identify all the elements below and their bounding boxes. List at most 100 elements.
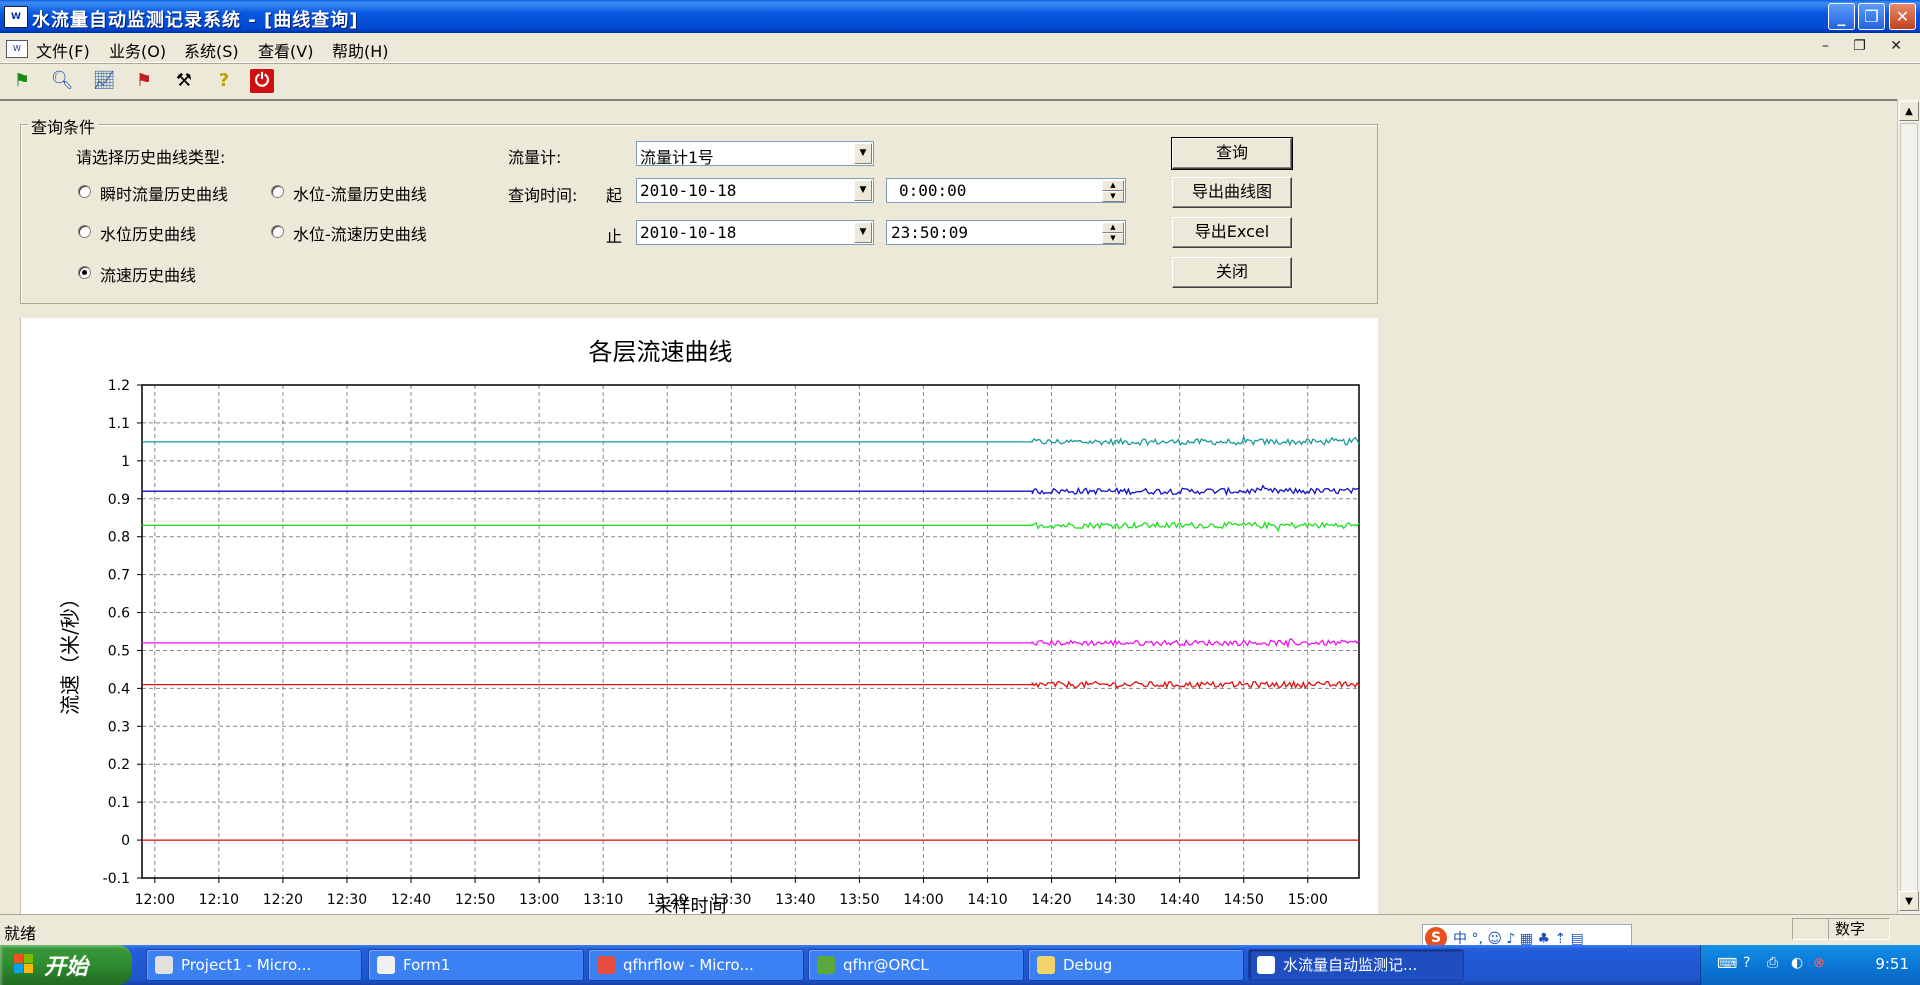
- start-label: 开始: [44, 955, 89, 980]
- magnifier-icon[interactable]: 🔍︎: [48, 67, 76, 95]
- scroll-thumb[interactable]: [1900, 123, 1918, 893]
- y-tick-label: 0.4: [108, 681, 130, 697]
- window-title: 水流量自动监测记录系统 - [曲线查询]: [32, 10, 359, 31]
- taskbar-item-label: Project1 - Micro...: [181, 956, 312, 974]
- y-tick-label: 1.1: [108, 416, 130, 432]
- restore-button[interactable]: ❐: [1858, 3, 1885, 30]
- x-tick-label: 12:30: [327, 892, 367, 908]
- radio-level-label[interactable]: 水位历史曲线: [100, 221, 196, 245]
- taskbar-app-icon: [1257, 956, 1275, 974]
- export-chart-button[interactable]: 导出曲线图: [1172, 177, 1292, 208]
- end-time-field[interactable]: 23:50:09 ▲ ▼: [886, 220, 1126, 245]
- taskbar-app-icon: [817, 956, 835, 974]
- taskbar-app-icon: [1037, 956, 1055, 974]
- chevron-down-icon[interactable]: ▼: [854, 180, 872, 201]
- power-icon[interactable]: ⏻: [250, 69, 274, 93]
- mdi-window-controls[interactable]: – ❐ ✕: [1822, 38, 1912, 54]
- radio-level-velocity-label[interactable]: 水位-流速历史曲线: [293, 221, 427, 245]
- taskbar-item[interactable]: Project1 - Micro...: [146, 949, 362, 981]
- y-tick-label: -0.1: [103, 871, 130, 887]
- network-icon[interactable]: ◐: [1791, 955, 1803, 971]
- start-date-picker[interactable]: 2010-10-18 ▼: [636, 178, 874, 203]
- close-button[interactable]: 关闭: [1172, 257, 1292, 288]
- scroll-up-icon[interactable]: ▲: [1899, 101, 1919, 121]
- radio-level[interactable]: [78, 225, 91, 238]
- x-tick-label: 12:50: [455, 892, 495, 908]
- flag-green-icon[interactable]: ⚑: [8, 67, 36, 95]
- taskbar-item[interactable]: Debug: [1028, 949, 1244, 981]
- y-tick-label: 0.6: [108, 606, 130, 622]
- y-axis-label: 流速（米/秒）: [58, 588, 82, 715]
- x-tick-label: 12:00: [135, 892, 175, 908]
- radio-velocity-label[interactable]: 流速历史曲线: [100, 262, 196, 286]
- end-date-value: 2010-10-18: [640, 223, 737, 242]
- menu-system[interactable]: 系统(S): [184, 38, 239, 62]
- meter-select[interactable]: 流量计1号 ▼: [636, 141, 874, 167]
- query-group-label: 查询条件: [28, 114, 99, 138]
- scroll-down-icon[interactable]: ▼: [1899, 891, 1919, 911]
- menu-view[interactable]: 查看(V): [258, 38, 313, 62]
- menu-help[interactable]: 帮助(H): [332, 38, 389, 62]
- keyboard-icon[interactable]: ⌨: [1717, 956, 1737, 972]
- radio-level-velocity[interactable]: [271, 225, 284, 238]
- y-tick-label: 0.8: [108, 530, 130, 546]
- y-tick-label: 0: [121, 833, 130, 849]
- windows-logo-icon: [14, 954, 34, 974]
- start-label: 起: [606, 186, 623, 205]
- help-icon[interactable]: ?: [210, 67, 238, 95]
- minimize-button[interactable]: _: [1828, 3, 1855, 30]
- x-tick-label: 14:30: [1095, 892, 1135, 908]
- end-date-picker[interactable]: 2010-10-18 ▼: [636, 220, 874, 245]
- num-lock-indicator: 数字: [1828, 918, 1890, 940]
- x-tick-label: 12:20: [263, 892, 303, 908]
- spin-down-icon[interactable]: ▼: [1102, 233, 1124, 244]
- query-button[interactable]: 查询: [1171, 137, 1293, 170]
- velocity-chart: 各层流速曲线 1.2 1.1 1 0.9 0.8 0.7 0.6 0.5 0.4 0.3 0.2 0.1…: [58, 338, 1360, 917]
- taskbar-app-icon: [155, 956, 173, 974]
- chart-icon[interactable]: 📈︎: [90, 67, 118, 95]
- x-tick-label: 13:00: [519, 892, 559, 908]
- y-tick-label: 1: [121, 454, 130, 470]
- clock: 9:51: [1875, 955, 1909, 973]
- close-window-button[interactable]: ✕: [1889, 3, 1916, 30]
- taskbar-app-icon: [377, 956, 395, 974]
- series-line-0: [142, 435, 1360, 447]
- taskbar-item[interactable]: Form1: [368, 949, 584, 981]
- plot-frame: [141, 384, 1360, 879]
- x-tick-label: 13:10: [583, 892, 623, 908]
- radio-instant-flow[interactable]: [78, 185, 91, 198]
- spin-down-icon[interactable]: ▼: [1102, 191, 1124, 202]
- radio-level-flow[interactable]: [271, 185, 284, 198]
- radio-instant-flow-label[interactable]: 瞬时流量历史曲线: [100, 181, 228, 205]
- taskbar-item-label: Debug: [1063, 956, 1113, 974]
- flag-red-icon[interactable]: ⚑: [130, 67, 158, 95]
- security-alert-icon[interactable]: ⊗: [1813, 955, 1825, 971]
- taskbar-item[interactable]: 水流量自动监测记...: [1248, 949, 1464, 981]
- help-tray-icon[interactable]: ?: [1743, 955, 1750, 971]
- series-line-4: [142, 679, 1360, 690]
- menu-business[interactable]: 业务(O): [109, 38, 166, 62]
- start-time-field[interactable]: 0:00:00 ▲ ▼: [886, 178, 1126, 203]
- series-line-2: [142, 520, 1360, 533]
- export-excel-button[interactable]: 导出Excel: [1172, 217, 1292, 248]
- status-bar: 就绪 数字: [0, 914, 1920, 945]
- tools-icon[interactable]: ⚒: [170, 67, 198, 95]
- spin-up-icon[interactable]: ▲: [1102, 180, 1124, 191]
- vertical-scrollbar[interactable]: ▲ ▼: [1897, 99, 1920, 914]
- taskbar-item[interactable]: qfhr@ORCL: [808, 949, 1024, 981]
- radio-level-flow-label[interactable]: 水位-流量历史曲线: [293, 181, 427, 205]
- chevron-down-icon[interactable]: ▼: [854, 222, 872, 243]
- x-tick-label: 14:50: [1224, 892, 1264, 908]
- taskbar-item-label: 水流量自动监测记...: [1283, 956, 1418, 974]
- radio-velocity[interactable]: [78, 266, 91, 279]
- taskbar: 开始 Project1 - Micro... Form1 qfhrflow - Mi…: [0, 945, 1920, 985]
- chart-title: 各层流速曲线: [589, 338, 733, 366]
- title-bar[interactable]: W 水流量自动监测记录系统 - [曲线查询] _ ❐ ✕: [0, 0, 1920, 33]
- printer-icon[interactable]: ⎙: [1767, 955, 1778, 971]
- series-line-3: [142, 638, 1360, 649]
- menu-file[interactable]: 文件(F): [36, 38, 90, 62]
- spin-up-icon[interactable]: ▲: [1102, 222, 1124, 233]
- chevron-down-icon[interactable]: ▼: [854, 143, 872, 164]
- start-button[interactable]: 开始: [0, 945, 132, 985]
- taskbar-item[interactable]: qfhrflow - Micro...: [588, 949, 804, 981]
